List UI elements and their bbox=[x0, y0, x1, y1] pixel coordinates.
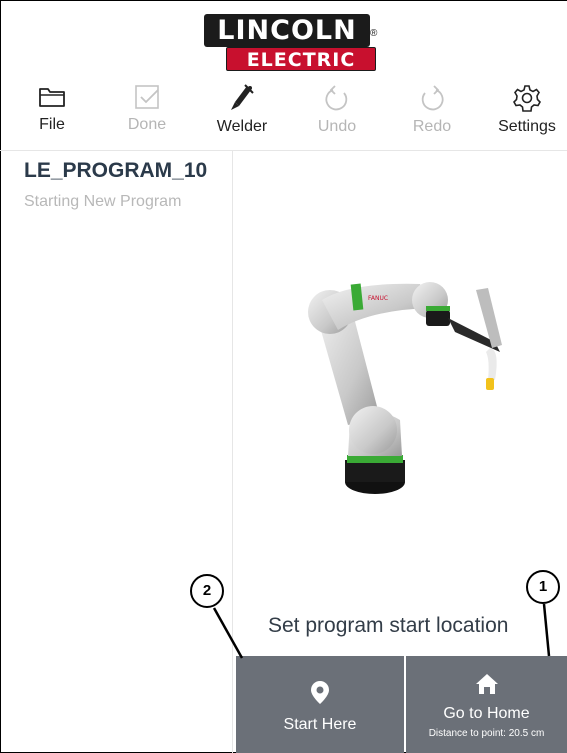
go-home-label: Go to Home bbox=[443, 705, 530, 722]
folder-icon bbox=[39, 88, 65, 107]
undo-icon bbox=[325, 85, 348, 111]
location-pin-icon bbox=[311, 681, 329, 704]
redo-button[interactable]: Redo bbox=[392, 80, 472, 148]
undo-label: Undo bbox=[317, 118, 357, 135]
start-here-label: Start Here bbox=[283, 716, 357, 733]
welding-torch-icon bbox=[231, 84, 254, 110]
logo-registered-mark: ® bbox=[370, 28, 378, 39]
file-button[interactable]: File bbox=[12, 80, 92, 148]
program-side-panel: LE_PROGRAM_10 Starting New Program bbox=[0, 151, 233, 753]
callout-2: 2 bbox=[190, 574, 224, 608]
lincoln-electric-logo: LINCOLN ® ELECTRIC bbox=[204, 14, 380, 72]
svg-text:FANUC: FANUC bbox=[368, 295, 388, 302]
done-label: Done bbox=[127, 116, 167, 133]
redo-icon bbox=[421, 85, 444, 111]
home-icon bbox=[475, 674, 498, 694]
file-label: File bbox=[39, 116, 65, 133]
start-here-button[interactable]: Start Here bbox=[236, 656, 404, 753]
checkbox-icon bbox=[135, 85, 159, 109]
undo-button[interactable]: Undo bbox=[297, 80, 377, 148]
callout-1: 1 bbox=[526, 570, 560, 604]
redo-label: Redo bbox=[412, 118, 452, 135]
settings-label: Settings bbox=[498, 118, 556, 135]
logo-top: LINCOLN bbox=[204, 14, 370, 47]
distance-to-point: Distance to point: 20.5 cm bbox=[428, 728, 545, 739]
program-status: Starting New Program bbox=[24, 193, 182, 210]
gear-icon bbox=[513, 85, 541, 112]
cobot-robot-illustration: FANUC bbox=[308, 282, 502, 494]
go-home-button[interactable]: Go to Home Distance to point: 20.5 cm bbox=[406, 656, 567, 753]
done-button[interactable]: Done bbox=[107, 80, 187, 148]
toolbar: File Done Welder Undo Redo Settings bbox=[0, 80, 567, 148]
program-name[interactable]: LE_PROGRAM_10 bbox=[24, 159, 207, 183]
welder-button[interactable]: Welder bbox=[202, 80, 282, 148]
welder-label: Welder bbox=[216, 118, 268, 135]
logo-bottom: ELECTRIC bbox=[226, 47, 376, 71]
settings-button[interactable]: Settings bbox=[487, 80, 567, 148]
instruction-prompt: Set program start location bbox=[268, 614, 509, 637]
